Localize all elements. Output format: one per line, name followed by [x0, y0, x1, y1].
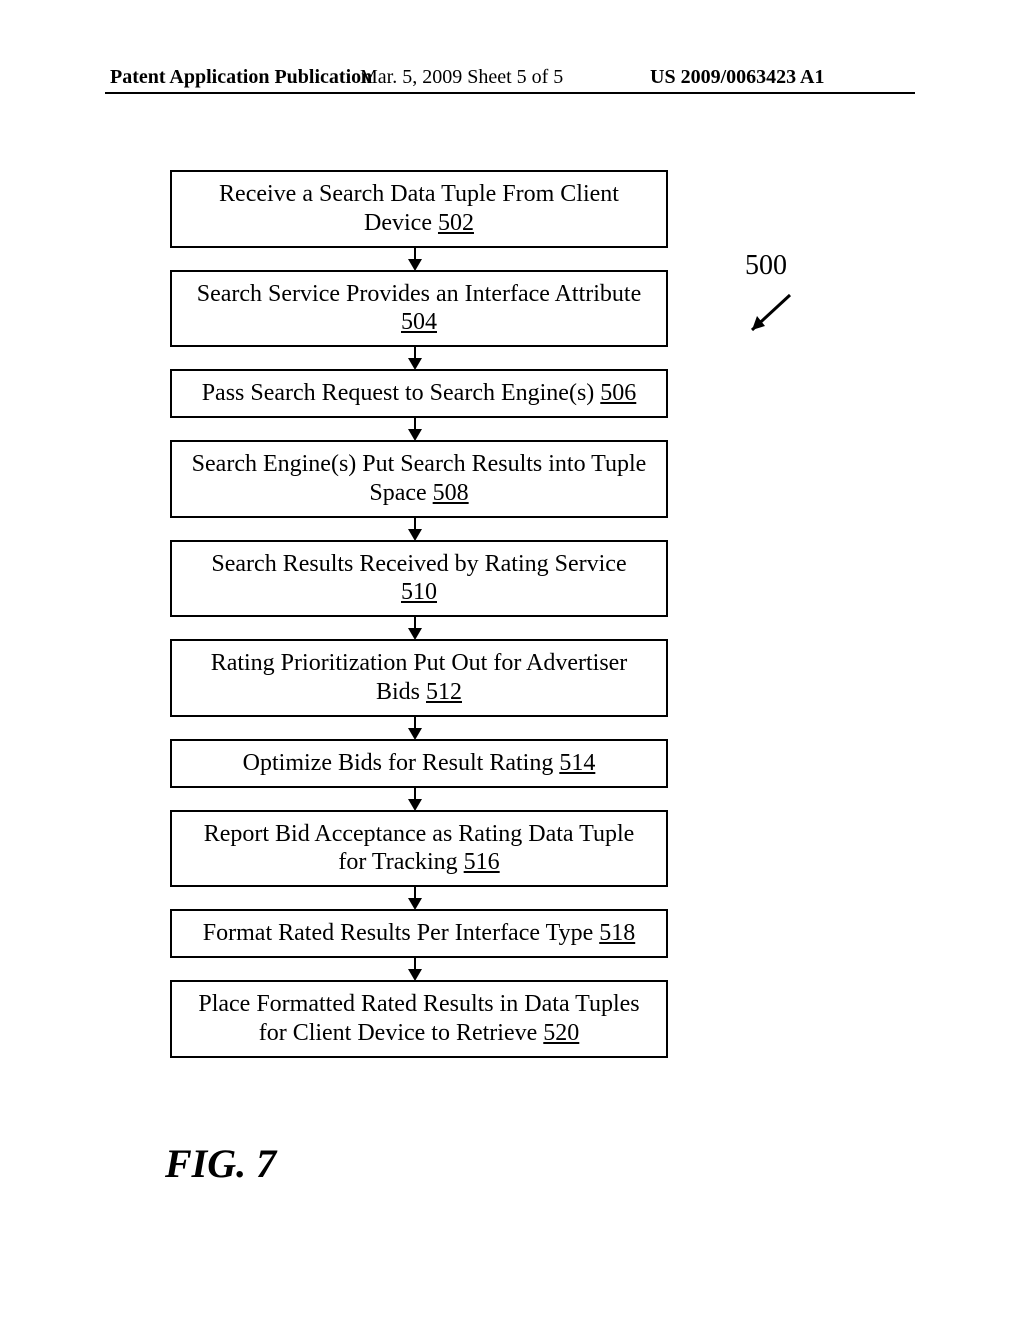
flow-arrow-icon [170, 788, 660, 810]
flow-step-514: Optimize Bids for Result Rating 514 [170, 739, 668, 788]
flow-arrow-icon [170, 617, 660, 639]
flow-step-504: Search Service Provides an Interface Att… [170, 270, 668, 348]
header-left: Patent Application Publication [110, 66, 372, 89]
flow-step-502: Receive a Search Data Tuple From ClientD… [170, 170, 668, 248]
reference-label-500: 500 [745, 250, 787, 282]
flow-arrow-icon [170, 958, 660, 980]
step-ref: 516 [464, 849, 500, 875]
page: Patent Application Publication Mar. 5, 2… [0, 0, 1024, 1320]
flow-arrow-icon [170, 248, 660, 270]
flow-step-508: Search Engine(s) Put Search Results into… [170, 440, 668, 518]
header-middle: Mar. 5, 2009 Sheet 5 of 5 [360, 66, 563, 89]
header-rule [105, 92, 915, 94]
flow-arrow-icon [170, 717, 660, 739]
step-ref: 508 [433, 480, 469, 506]
flow-arrow-icon [170, 347, 660, 369]
flow-step-516: Report Bid Acceptance as Rating Data Tup… [170, 810, 668, 888]
step-ref: 510 [401, 579, 437, 605]
step-ref: 504 [401, 309, 437, 335]
flowchart: Receive a Search Data Tuple From ClientD… [170, 170, 660, 1058]
flow-step-510: Search Results Received by Rating Servic… [170, 540, 668, 618]
figure-label: FIG. 7 [165, 1140, 276, 1187]
reference-arrow-icon [740, 290, 800, 345]
step-ref: 514 [559, 750, 595, 776]
flow-arrow-icon [170, 418, 660, 440]
step-ref: 518 [599, 920, 635, 946]
step-ref: 506 [600, 380, 636, 406]
flow-step-520: Place Formatted Rated Results in Data Tu… [170, 980, 668, 1058]
step-ref: 512 [426, 679, 462, 705]
header-right: US 2009/0063423 A1 [650, 66, 824, 89]
flow-arrow-icon [170, 518, 660, 540]
flow-step-506: Pass Search Request to Search Engine(s) … [170, 369, 668, 418]
flow-step-518: Format Rated Results Per Interface Type … [170, 909, 668, 958]
flow-step-512: Rating Prioritization Put Out for Advert… [170, 639, 668, 717]
step-ref: 520 [543, 1020, 579, 1046]
step-ref: 502 [438, 210, 474, 236]
flow-arrow-icon [170, 887, 660, 909]
